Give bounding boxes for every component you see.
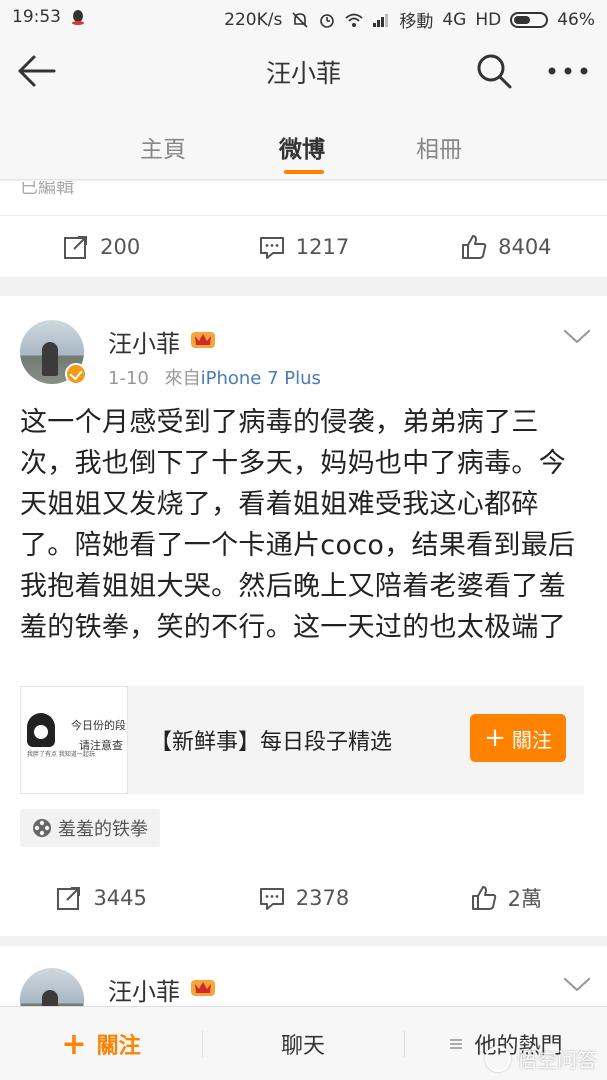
comment-icon [259,888,284,910]
embed-thumbnail: 今日份的段 请注意查 我胖了有点 我知道一起玩 [20,686,128,794]
post-actions: 3445 2378 2萬 [0,867,607,929]
chat-label: 聊天 [280,1034,325,1059]
next-author-name[interactable]: 汪小菲 [108,972,180,1007]
thumbs-up-icon [462,235,487,259]
repost-count: 200 [100,235,141,259]
tab-home[interactable]: 主頁 [140,130,186,164]
post-meta: 1-10 來自iPhone 7 Plus [108,364,321,390]
comment-count: 1217 [295,235,350,259]
embedded-account-card[interactable]: 今日份的段 请注意查 我胖了有点 我知道一起玩 【新鲜事】每日段子精选 + 關注 [20,686,584,794]
comment-button[interactable]: 2378 [202,867,404,929]
follow-button[interactable]: + 關注 [470,714,566,762]
meme-face-icon [27,713,55,747]
chat-button[interactable]: 聊天 [202,1007,404,1080]
comment-button[interactable]: 1217 [202,216,404,277]
thumb-caption: 我胖了有点 我知道一起玩 [27,751,95,758]
follow-user-button[interactable]: + 關注 [0,1007,202,1080]
thumbs-up-icon [471,886,496,910]
network-speed: 220K/s [224,9,283,30]
edited-label: 已編輯 [20,181,74,198]
carrier-label: 移動 [399,12,434,32]
author-name[interactable]: 汪小菲 [108,324,180,359]
film-reel-icon [33,819,51,837]
battery-icon [510,11,549,28]
watermark-text: 悟空问答 [517,1048,597,1072]
follow-user-label: 關注 [96,1034,141,1059]
previous-post-card: 已編輯 200 1217 8404 [0,181,607,277]
avatar-figure [42,342,58,376]
topic-tag[interactable]: 羞羞的铁拳 [20,809,160,847]
page-title: 汪小菲 [265,59,341,88]
repost-button[interactable]: 200 [0,216,202,277]
more-icon[interactable] [546,56,590,86]
vip-crown-icon [191,332,215,348]
repost-button[interactable]: 3445 [0,867,202,929]
post-text: 这一个月感受到了病毒的侵袭，弟弟病了三次，我也倒下了十多天，妈妈也中了病毒。今天… [20,407,576,643]
post-source[interactable]: iPhone 7 Plus [201,368,321,389]
profile-tabs: 主頁 微博 相冊 [0,108,607,180]
network-type: 4G [442,9,467,30]
alarm-icon [320,13,335,28]
like-count: 8404 [498,235,552,259]
chevron-down-icon [563,329,591,344]
search-icon[interactable] [474,52,514,90]
plus-icon: + [61,1026,87,1062]
repost-icon [64,236,88,259]
tab-album[interactable]: 相冊 [416,130,462,164]
repost-count: 3445 [93,886,147,910]
signal-icon [373,13,389,27]
repost-icon [57,887,81,910]
mute-icon [292,11,308,28]
like-button[interactable]: 8404 [405,216,607,277]
follow-label: 關注 [511,727,552,752]
post-date: 1-10 [108,368,149,389]
source-prefix: 來自 [164,368,201,389]
next-post-card [0,946,607,1006]
wifi-icon [345,13,363,27]
vip-crown-icon [191,980,215,996]
wukong-logo-icon [485,1045,511,1072]
menu-icon [450,1039,463,1049]
topic-tag-label: 羞羞的铁拳 [58,819,148,840]
plus-icon: + [484,723,506,753]
previous-post-actions: 200 1217 8404 [0,216,607,277]
like-count: 2萬 [507,887,542,911]
status-bar: 19:53 220K/s 移動 4G HD 46% [0,0,607,34]
battery-percent: 46% [557,9,595,30]
tab-weibo[interactable]: 微博 [279,130,325,164]
thumb-text-line1: 今日份的段 [71,719,126,732]
embed-title: 【新鲜事】每日段子精选 [150,730,393,755]
like-button[interactable]: 2萬 [405,867,607,929]
next-post-menu-button[interactable] [562,976,592,994]
post-menu-button[interactable] [562,328,592,346]
nav-bar: 汪小菲 [0,34,607,108]
clock: 19:53 [12,7,61,27]
hd-label: HD [475,9,502,30]
qq-notification-icon [72,10,84,25]
chevron-down-icon [563,977,591,992]
verified-badge-icon [65,363,87,385]
comment-count: 2378 [295,886,350,910]
active-tab-indicator [284,170,324,174]
comment-icon [259,237,284,259]
watermark: 悟空问答 [485,1044,597,1073]
